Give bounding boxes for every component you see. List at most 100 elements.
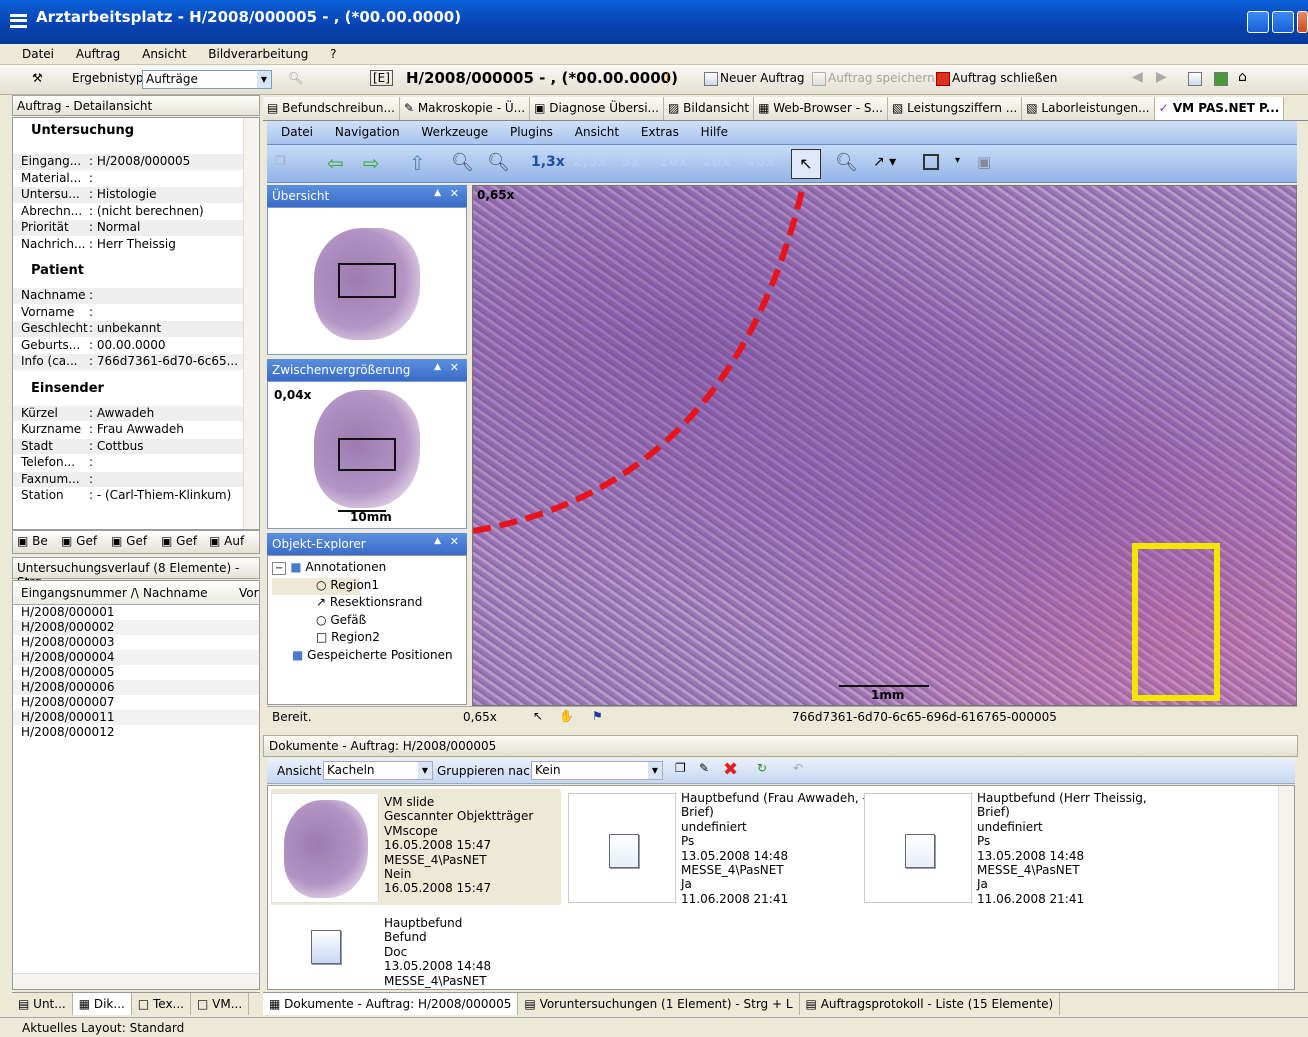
col-vorname[interactable]: Vor (239, 586, 259, 600)
close-icon[interactable]: ✕ (450, 187, 459, 200)
collapse-icon[interactable]: ▲ (434, 188, 441, 198)
zwischen-viewport-rect[interactable] (338, 438, 396, 471)
camera-icon[interactable]: ▣ (977, 153, 991, 171)
magnifier-tool-icon[interactable]: 🔍︎ (835, 152, 858, 173)
region2-annotation[interactable] (1132, 543, 1220, 701)
doc-card-hauptbefund-theissig[interactable]: Hauptbefund (Herr Theissig, Brief) undefin… (864, 789, 1154, 906)
tab-unt[interactable]: ▤ Unt... (12, 993, 73, 1015)
edit-doc-icon[interactable]: ✎ (699, 761, 709, 775)
tree-saved-positions[interactable]: ■ Gespeicherte Positionen (272, 648, 453, 666)
home-icon[interactable]: ⌂ (1238, 69, 1247, 85)
tools-icon[interactable]: ⚒ (32, 71, 43, 85)
tab-dokumente[interactable]: ▦ Dokumente - Auftrag: H/2008/000005 (263, 993, 519, 1015)
tab-tex[interactable]: □ Tex... (132, 993, 191, 1015)
menu-icon[interactable] (10, 14, 27, 28)
tree-region1[interactable]: ○ Region1 (272, 577, 379, 595)
tab-diagnose[interactable]: ▣ Diagnose Übersi... (530, 97, 664, 120)
quick-gef1-button[interactable]: ▣ Gef (61, 534, 97, 548)
tab-dik[interactable]: ▦ Dik... (72, 993, 132, 1015)
doc-card-vm-slide[interactable]: VM slide Gescannter Objektträger VMscope 16… (271, 789, 561, 905)
bracket-icon[interactable]: [E] (370, 70, 393, 86)
refresh-doc-icon[interactable]: ↻ (757, 761, 767, 775)
close-icon[interactable]: ✕ (450, 361, 459, 374)
zoom-40x[interactable]: 40x (746, 154, 775, 170)
vm-menu-navigation[interactable]: Navigation (326, 121, 409, 142)
doc-card-hauptbefund-doc[interactable]: Hauptbefund Befund Doc 13.05.2008 14:48 MESS… (271, 910, 561, 989)
zoom-2-5x[interactable]: 2,5x (573, 154, 607, 170)
tab-laborleistungen[interactable]: ▧ Laborleistungen... (1022, 97, 1155, 120)
tab-leistungsziffern[interactable]: ▧ Leistungsziffern ... (887, 97, 1023, 120)
menu-ansicht[interactable]: Ansicht (133, 44, 195, 64)
verlauf-row[interactable]: H/2008/000003 (13, 635, 259, 650)
new-doc-icon[interactable]: ❐ (675, 761, 686, 775)
verlauf-row[interactable]: H/2008/000006 (13, 680, 259, 695)
vm-menu-datei[interactable]: Datei (267, 121, 322, 142)
exclamation-icon[interactable]: ! (665, 71, 670, 85)
tab-voruntersuchungen[interactable]: ▤ Voruntersuchungen (1 Element) - Strg +… (518, 993, 800, 1015)
overview-viewport-rect[interactable] (338, 263, 396, 298)
close-button[interactable] (1297, 11, 1308, 33)
arrow-right-icon[interactable]: ⇨ (363, 151, 380, 175)
tree-annotationen[interactable]: − ■ Annotationen (272, 560, 453, 578)
menu-datei[interactable]: Datei (0, 44, 63, 64)
vm-menu-hilfe[interactable]: Hilfe (692, 121, 737, 142)
arrow-up-icon[interactable]: ⇧ (409, 151, 426, 175)
forward-icon[interactable]: ▶ (1156, 69, 1167, 85)
new-order-button[interactable]: Neuer Auftrag (704, 71, 805, 86)
col-nachname[interactable]: Nachname (143, 586, 208, 600)
verlauf-hscroll[interactable] (13, 973, 259, 989)
zoom-5x[interactable]: 5x (621, 154, 640, 170)
verlauf-row[interactable]: H/2008/000007 (13, 695, 259, 710)
vm-menu-plugins[interactable]: Plugins (501, 121, 562, 142)
collapse-icon[interactable]: ▲ (434, 536, 441, 546)
zoom-in-icon[interactable]: 🔍︎ (487, 152, 510, 173)
tab-vm[interactable]: □ VM... (191, 993, 250, 1015)
menu-auftrag[interactable]: Auftrag (67, 44, 129, 64)
tree-resektionsrand[interactable]: ↗ Resektionsrand (272, 595, 453, 613)
undo-icon[interactable]: ↶ (793, 761, 803, 775)
collapse-icon[interactable]: ▲ (434, 362, 441, 372)
verlauf-row[interactable]: H/2008/000005 (13, 665, 259, 680)
quick-auf-button[interactable]: ▣ Auf (209, 534, 244, 548)
overview-thumbnail[interactable] (267, 207, 467, 355)
verlauf-row[interactable]: H/2008/000004 (13, 650, 259, 665)
quick-gef2-button[interactable]: ▣ Gef (111, 534, 147, 548)
verlauf-row[interactable]: H/2008/000011 (13, 710, 259, 725)
minimize-button[interactable] (1247, 11, 1269, 33)
col-eingangsnummer[interactable]: Eingangsnummer /\ (21, 586, 139, 600)
gruppieren-select[interactable]: Kein ▼ (531, 761, 663, 780)
vm-menu-extras[interactable]: Extras (632, 121, 688, 142)
detail-scrollbar[interactable] (243, 118, 259, 529)
zoom-20x[interactable]: 20x (702, 154, 731, 170)
documents-scrollbar[interactable] (1278, 786, 1294, 989)
close-icon[interactable]: ✕ (450, 535, 459, 548)
copy-icon[interactable]: ❐ (275, 154, 286, 168)
tab-vm-pasnet[interactable]: ✓ VM PAS.NET P... (1154, 97, 1285, 120)
pointer-tool-icon[interactable]: ↖ (791, 149, 821, 179)
verlauf-row[interactable]: H/2008/000001 (13, 605, 259, 620)
refresh-icon[interactable] (1214, 71, 1230, 86)
tab-auftragsprotokoll[interactable]: ▤ Auftragsprotokoll - Liste (15 Elemente… (800, 993, 1061, 1015)
tab-befundschreibung[interactable]: ▤ Befundschreibun... (263, 97, 400, 120)
tab-bildansicht[interactable]: ▨ Bildansicht (663, 97, 755, 120)
ansicht-select[interactable]: Kacheln ▼ (323, 761, 433, 780)
maximize-button[interactable] (1272, 11, 1294, 33)
close-order-button[interactable]: Auftrag schließen (936, 71, 1057, 86)
zoom-out-icon[interactable]: 🔍︎ (451, 152, 474, 173)
menu-help[interactable]: ? (321, 44, 345, 64)
tab-web-browser[interactable]: ▦ Web-Browser - S... (754, 97, 888, 120)
zoom-1-3x[interactable]: 1,3x (531, 154, 565, 170)
ergebnistyp-select[interactable]: Aufträge ▼ (142, 70, 272, 89)
rectangle-dropdown-icon[interactable]: ▾ (955, 155, 960, 166)
back-icon[interactable]: ◀ (1132, 69, 1143, 85)
delete-doc-icon[interactable]: ✖ (723, 759, 738, 780)
zwischen-thumbnail[interactable]: 0,04x 10mm (267, 381, 467, 529)
delete-icon[interactable] (1188, 71, 1204, 86)
save-order-button[interactable]: Auftrag speichern (812, 71, 935, 86)
search-icon[interactable]: 🔍︎ (288, 71, 303, 85)
zoom-10x[interactable]: 10x (659, 154, 688, 170)
quick-be-button[interactable]: ▣ Be (17, 534, 48, 548)
doc-card-hauptbefund-awwadeh[interactable]: Hauptbefund (Frau Awwadeh, -, Brief) undef… (568, 789, 871, 906)
menu-bildverarbeitung[interactable]: Bildverarbeitung (199, 44, 317, 64)
tree-region2[interactable]: □ Region2 (272, 630, 453, 648)
